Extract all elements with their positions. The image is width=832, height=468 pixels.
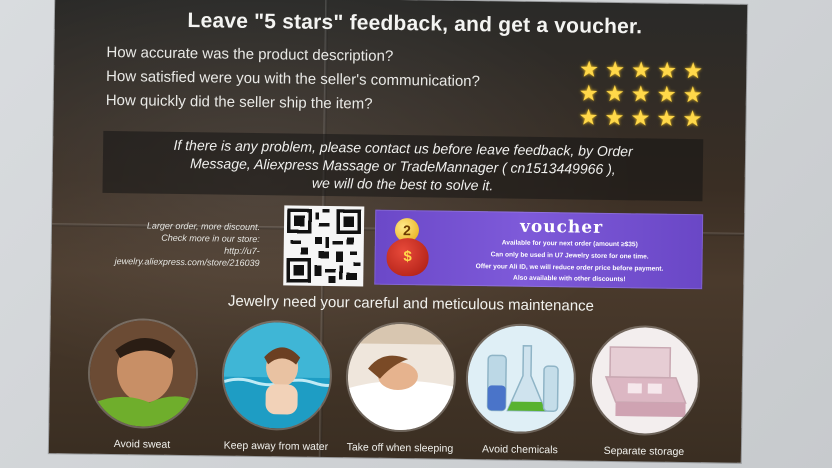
star-icon: ★ bbox=[604, 80, 625, 107]
care-tip-label: Take off when sleeping bbox=[346, 441, 454, 455]
care-tip-label: Separate storage bbox=[603, 444, 685, 459]
star-icon: ★ bbox=[630, 105, 651, 131]
care-tip-label: Keep away from water bbox=[223, 439, 329, 454]
voucher-line: Also available with other discounts! bbox=[513, 274, 626, 284]
star-icon: ★ bbox=[631, 57, 652, 83]
star-icon: ★ bbox=[682, 81, 703, 108]
store-info: Larger order, more discount. Check more … bbox=[79, 219, 261, 270]
star-icon: ★ bbox=[656, 81, 677, 107]
star-icon: ★ bbox=[604, 104, 625, 131]
care-tip-label: Avoid chemicals bbox=[482, 443, 558, 457]
voucher-line: Can only be used in U7 Jewelry store for… bbox=[490, 251, 649, 261]
star-icon: ★ bbox=[579, 56, 600, 82]
question-communication: How satisfied were you with the seller's… bbox=[105, 67, 481, 91]
star-row: ★ ★ ★ ★ ★ bbox=[578, 104, 704, 132]
qr-code bbox=[283, 205, 365, 287]
voucher-line: Available for your next order (amount ≥$… bbox=[501, 239, 638, 249]
care-tip-chemicals: Avoid chemicals bbox=[465, 322, 577, 457]
care-tip-sleeping: Take off when sleeping bbox=[345, 321, 457, 455]
star-icon: ★ bbox=[657, 57, 678, 83]
chemicals-icon bbox=[465, 322, 577, 435]
sweat-icon bbox=[87, 317, 199, 430]
headline: Leave "5 stars" feedback, and get a vouc… bbox=[187, 9, 643, 39]
star-row: ★ ★ ★ ★ ★ bbox=[579, 56, 705, 84]
voucher-card: 2 $ voucher Available for your next orde… bbox=[374, 209, 704, 290]
question-shipping: How quickly did the seller ship the item… bbox=[105, 91, 373, 113]
star-icon: ★ bbox=[578, 104, 599, 130]
star-row: ★ ★ ★ ★ ★ bbox=[578, 80, 705, 108]
star-ratings: ★ ★ ★ ★ ★ ★ ★ ★ ★ ★ ★ ★ ★ ★ ★ bbox=[55, 0, 747, 132]
money-bag-icon: $ bbox=[386, 237, 429, 277]
feedback-flyer: Leave "5 stars" feedback, and get a vouc… bbox=[48, 0, 748, 463]
photo-scene: Leave "5 stars" feedback, and get a vouc… bbox=[0, 0, 832, 468]
star-icon: ★ bbox=[630, 81, 651, 107]
care-section-title: Jewelry need your careful and meticulous… bbox=[227, 292, 595, 315]
star-icon: ★ bbox=[656, 105, 677, 131]
star-icon: ★ bbox=[682, 105, 703, 132]
storage-box-icon bbox=[589, 324, 701, 437]
care-tip-storage: Separate storage bbox=[589, 324, 701, 459]
star-icon: ★ bbox=[683, 57, 704, 84]
star-icon: ★ bbox=[578, 80, 599, 106]
sleeping-icon bbox=[345, 321, 457, 433]
question-description: How accurate was the product description… bbox=[106, 43, 394, 65]
voucher-line: Offer your Ali ID, we will reduce order … bbox=[475, 263, 664, 273]
qr-code-icon bbox=[286, 208, 362, 284]
care-tip-label: Avoid sweat bbox=[113, 438, 171, 451]
store-url: http://u7-jewelry.aliexpress.com/store/2… bbox=[114, 245, 260, 269]
star-icon: ★ bbox=[605, 56, 626, 83]
care-tip-sweat: Avoid sweat bbox=[87, 317, 199, 452]
voucher-title: voucher bbox=[519, 216, 604, 238]
water-icon bbox=[221, 319, 333, 432]
care-tip-water: Keep away from water bbox=[221, 319, 333, 454]
contact-notice: If there is any problem, please contact … bbox=[103, 135, 704, 197]
